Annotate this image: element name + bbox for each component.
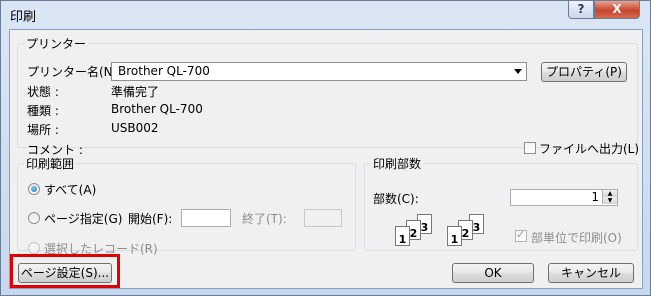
close-button[interactable]: X — [594, 1, 640, 19]
printer-name-select[interactable]: Brother QL-700 — [111, 62, 527, 81]
check-icon: ✓ — [516, 228, 526, 241]
range-selection-radio[interactable] — [28, 242, 40, 254]
range-all-radio[interactable] — [28, 183, 40, 195]
print-range-group-label: 印刷範囲 — [26, 157, 75, 171]
collate-checkbox[interactable]: ✓ — [515, 228, 527, 242]
chevron-down-icon — [514, 69, 522, 74]
range-pages-label[interactable]: ページ指定(G) — [44, 210, 122, 227]
window-title: 印刷 — [10, 10, 37, 25]
properties-button[interactable]: プロパティ(P) — [541, 62, 627, 82]
type-label: 種類 : — [27, 104, 59, 118]
printer-name-value: Brother QL-700 — [118, 64, 210, 78]
status-value: 準備完了 — [111, 85, 160, 99]
page-icon: 1 — [447, 226, 462, 246]
from-page-input[interactable] — [181, 209, 231, 227]
dialog-body: プリンター プリンター名(N): Brother QL-700 プロパティ(P)… — [9, 29, 643, 289]
collate-icon-set-1: 3 2 1 — [395, 214, 445, 250]
location-label: 場所 : — [27, 123, 59, 137]
spin-up-icon[interactable]: ▲ — [602, 190, 617, 197]
ok-button[interactable]: OK — [452, 263, 534, 283]
print-to-file-checkbox[interactable] — [524, 142, 536, 154]
copies-count-label: 部数(C): — [373, 192, 419, 206]
copies-group-label: 印刷部数 — [373, 157, 422, 171]
range-pages-radio[interactable] — [28, 212, 40, 224]
printer-group-label: プリンター — [26, 37, 87, 51]
help-button[interactable]: ? — [568, 1, 594, 19]
printer-name-label: プリンター名(N): — [27, 65, 122, 79]
collate-label[interactable]: 部単位で印刷(O) — [531, 229, 622, 246]
page-icon: 1 — [395, 226, 410, 246]
type-value: Brother QL-700 — [111, 102, 203, 116]
highlight-box — [10, 254, 120, 288]
collate-icon-set-2: 3 2 1 — [447, 214, 497, 250]
status-label: 状態 : — [27, 85, 59, 99]
spin-down-icon[interactable]: ▼ — [602, 197, 617, 204]
from-label: 開始(F): — [128, 212, 173, 226]
location-value: USB002 — [111, 121, 159, 135]
copies-count-spinner[interactable]: 1 ▲ ▼ — [510, 189, 618, 206]
to-page-input[interactable] — [304, 209, 342, 227]
range-all-label[interactable]: すべて(A) — [44, 181, 96, 198]
copies-group: 印刷部数 部数(C): 1 ▲ ▼ 3 2 1 3 2 1 ✓ 部単位で印刷(O… — [364, 155, 638, 251]
copies-count-value: 1 — [591, 190, 599, 204]
cancel-button[interactable]: キャンセル — [548, 263, 634, 283]
printer-group: プリンター プリンター名(N): Brother QL-700 プロパティ(P)… — [17, 35, 639, 157]
print-range-group: 印刷範囲 すべて(A) ページ指定(G) 開始(F): 終了(T): 選択したレ… — [17, 155, 356, 256]
title-bar: 印刷 ? X — [1, 1, 650, 27]
to-label: 終了(T): — [242, 212, 287, 226]
print-dialog: 印刷 ? X プリンター プリンター名(N): Brother QL-700 プ… — [0, 0, 651, 296]
